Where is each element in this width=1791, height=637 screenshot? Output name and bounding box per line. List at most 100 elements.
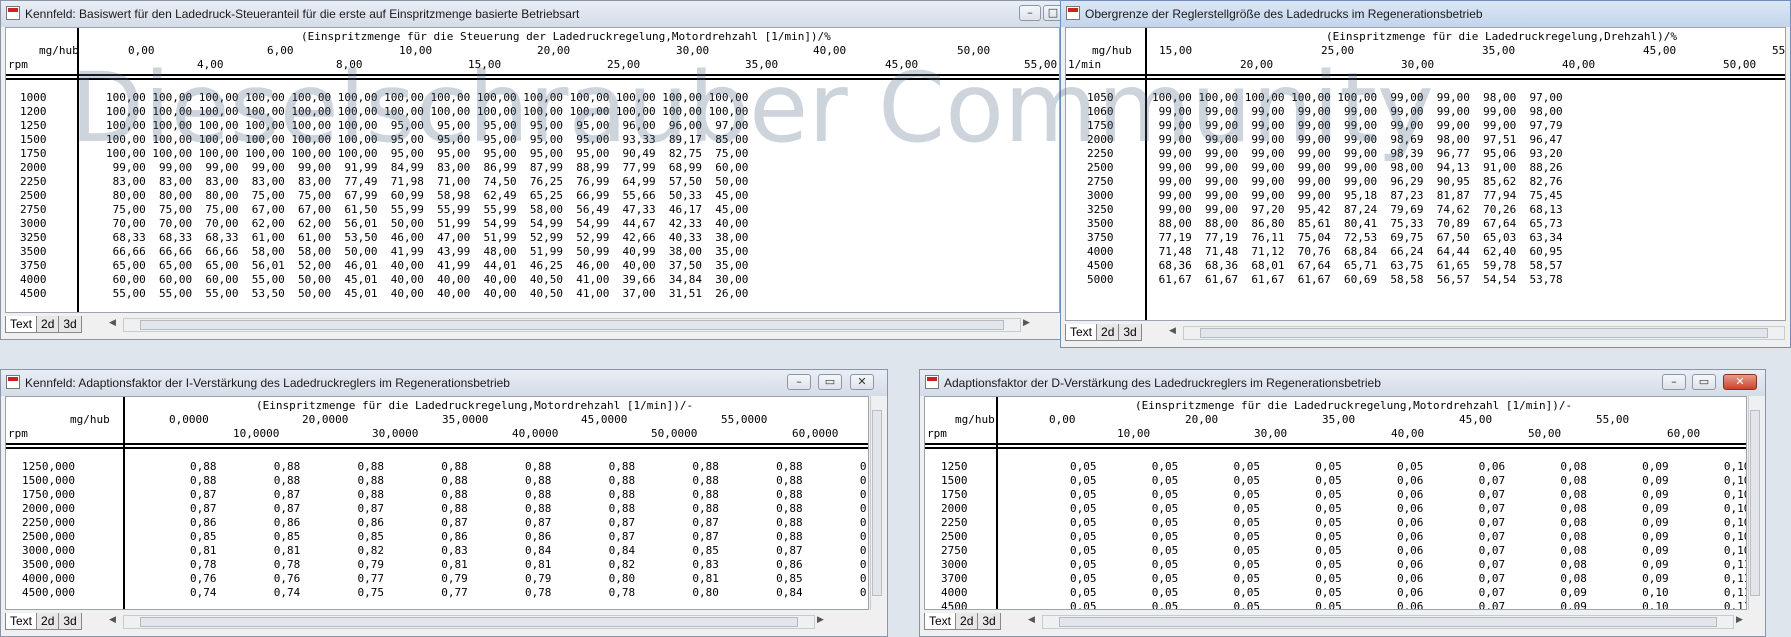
tab-text[interactable]: Text (1065, 324, 1098, 341)
row-header: 2000,000 (22, 502, 75, 515)
map-table: (Einspritzmenge für die Ladedruckregelun… (1065, 27, 1786, 321)
tab-text[interactable]: Text (5, 613, 38, 630)
x-breakpoint: 50,00 (1528, 427, 1562, 440)
axis-title: (Einspritzmenge für die Ladedruckregelun… (1326, 30, 1677, 43)
tab-text[interactable]: Text (924, 613, 957, 630)
row-header: 1250 (20, 119, 47, 132)
scroll-thumb[interactable] (140, 617, 798, 627)
scroll-right-arrow-icon[interactable]: ▶ (817, 615, 824, 625)
x-breakpoint: 40,0000 (512, 427, 559, 440)
maximize-button[interactable]: ▭ (1692, 374, 1716, 390)
row-values: 68,36 68,36 68,01 67,64 65,71 63,75 61,6… (1152, 259, 1563, 272)
row-header: 3500 (20, 245, 47, 258)
scroll-left-arrow-icon[interactable]: ◀ (1169, 326, 1176, 336)
tab-2d[interactable]: 2d (955, 613, 979, 630)
row-header: 2250,000 (22, 516, 75, 529)
x-unit-label: mg/hub (39, 44, 79, 57)
tab-2d[interactable]: 2d (36, 613, 60, 630)
app-icon (6, 375, 20, 389)
row-values: 88,00 88,00 86,80 85,61 80,41 75,33 70,8… (1152, 217, 1563, 230)
row-header: 2500 (20, 189, 47, 202)
row-header: 3250 (1087, 203, 1114, 216)
row-header: 3000 (1087, 189, 1114, 202)
x-breakpoint: 25,00 (1321, 44, 1355, 57)
title-bar[interactable]: Obergrenze der Reglerstellgröße des Lade… (1061, 1, 1790, 27)
tab-3d[interactable]: 3d (58, 613, 82, 630)
x-breakpoint: 4,00 (197, 58, 224, 71)
row-values: 61,67 61,67 61,67 61,67 60,69 58,58 56,5… (1152, 273, 1563, 286)
window-adaptionsfaktor-i[interactable]: Kennfeld: Adaptionsfaktor der I-Verstärk… (0, 369, 888, 637)
x-breakpoint: 40,00 (813, 44, 847, 57)
x-unit-label: mg/hub (955, 413, 995, 426)
vertical-scrollbar[interactable] (870, 396, 883, 610)
row-values: 0,05 0,05 0,05 0,05 0,06 0,07 0,09 0,10 … (1070, 586, 1746, 599)
maximize-button[interactable]: ▭ (818, 374, 842, 390)
row-values: 100,00 100,00 100,00 100,00 100,00 99,00… (1152, 91, 1563, 104)
horizontal-scrollbar[interactable] (123, 615, 815, 629)
close-button[interactable]: ✕ (850, 374, 874, 390)
table-separator-vertical (996, 397, 998, 609)
tab-3d[interactable]: 3d (58, 316, 82, 333)
minimize-button[interactable]: – (1662, 374, 1686, 390)
window-obergrenze-reglerstellgroesse[interactable]: Obergrenze der Reglerstellgröße des Lade… (1060, 0, 1791, 348)
scroll-right-arrow-icon[interactable]: ▶ (1736, 615, 1743, 625)
x-breakpoint: 55,00 (1596, 413, 1630, 426)
row-header: 3500 (1087, 217, 1114, 230)
scroll-left-arrow-icon[interactable]: ◀ (109, 318, 116, 328)
x-breakpoint: 60,00 (1667, 427, 1701, 440)
row-header: 4000,000 (22, 572, 75, 585)
row-header: 1750 (941, 488, 968, 501)
x-breakpoint: 55,0000 (721, 413, 768, 426)
scroll-thumb[interactable] (1059, 617, 1717, 627)
x-breakpoint: 15,00 (468, 58, 502, 71)
scroll-thumb[interactable] (1750, 410, 1760, 596)
scroll-left-arrow-icon[interactable]: ◀ (1028, 615, 1035, 625)
x-breakpoint: 15,00 (1159, 44, 1193, 57)
scroll-thumb[interactable] (140, 320, 1004, 330)
horizontal-scrollbar[interactable] (1042, 615, 1734, 629)
x-breakpoint: 55,00 (1772, 44, 1786, 57)
view-bar: Text 2d 3d ◀ ▶ (5, 612, 883, 632)
scroll-thumb[interactable] (1200, 328, 1768, 338)
x-breakpoint: 40,00 (1562, 58, 1596, 71)
vertical-scrollbar[interactable] (1748, 396, 1761, 610)
scroll-thumb[interactable] (872, 410, 882, 596)
title-bar[interactable]: Kennfeld: Adaptionsfaktor der I-Verstärk… (1, 370, 887, 396)
x-breakpoint: 45,0000 (581, 413, 628, 426)
title-bar[interactable]: Kennfeld: Basiswert für den Ladedruck-St… (1, 1, 1064, 27)
table-separator-horizontal (6, 443, 868, 445)
close-button[interactable]: ✕ (1723, 374, 1757, 390)
row-values: 0,05 0,05 0,05 0,05 0,05 0,06 0,08 0,09 … (1070, 460, 1746, 473)
scroll-left-arrow-icon[interactable]: ◀ (109, 615, 116, 625)
row-values: 0,87 0,87 0,88 0,88 0,88 0,88 0,88 0,88 … (190, 488, 868, 501)
row-values: 99,00 99,00 99,00 99,00 99,00 98,39 96,7… (1152, 147, 1563, 160)
row-values: 100,00 100,00 100,00 100,00 100,00 100,0… (106, 119, 749, 132)
horizontal-scrollbar[interactable] (1183, 326, 1785, 340)
row-values: 71,48 71,48 71,12 70,76 68,84 66,24 64,4… (1152, 245, 1563, 258)
tab-2d[interactable]: 2d (1096, 324, 1120, 341)
row-values: 100,00 100,00 100,00 100,00 100,00 100,0… (106, 91, 749, 104)
minimize-button[interactable]: – (787, 374, 811, 390)
title-bar[interactable]: Adaptionsfaktor der D-Verstärkung des La… (920, 370, 1765, 396)
x-breakpoint: 20,00 (1185, 413, 1219, 426)
tab-text[interactable]: Text (5, 316, 38, 333)
row-values: 0,78 0,78 0,79 0,81 0,81 0,82 0,83 0,86 … (190, 558, 868, 571)
table-separator-vertical (1145, 28, 1147, 320)
minimize-button[interactable]: – (1019, 5, 1041, 21)
table-separator-horizontal (925, 443, 1746, 445)
row-values: 99,00 99,00 99,00 99,00 99,00 99,00 99,0… (1152, 105, 1563, 118)
tab-3d[interactable]: 3d (977, 613, 1001, 630)
scroll-right-arrow-icon[interactable]: ▶ (1023, 318, 1030, 328)
horizontal-scrollbar[interactable] (123, 318, 1021, 332)
window-adaptionsfaktor-d[interactable]: Adaptionsfaktor der D-Verstärkung des La… (919, 369, 1766, 637)
window-basiswert-ladedruck[interactable]: Kennfeld: Basiswert für den Ladedruck-St… (0, 0, 1065, 340)
x-unit-label: mg/hub (1092, 44, 1132, 57)
row-values: 0,05 0,05 0,05 0,05 0,06 0,07 0,08 0,09 … (1070, 516, 1746, 529)
row-values: 99,00 99,00 97,20 95,42 87,24 79,69 74,6… (1152, 203, 1563, 216)
row-header: 1500,000 (22, 474, 75, 487)
y-unit-label: rpm (927, 427, 947, 440)
view-tabs: Text 2d 3d (1065, 324, 1142, 342)
tab-2d[interactable]: 2d (36, 316, 60, 333)
tab-3d[interactable]: 3d (1118, 324, 1142, 341)
app-icon (925, 375, 939, 389)
